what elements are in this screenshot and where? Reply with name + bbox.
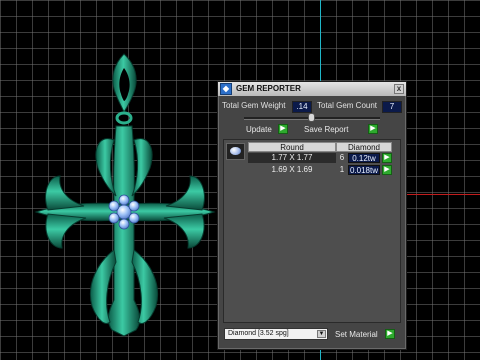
save-report-button[interactable]: Save Report ▶ [304, 124, 380, 135]
row-1-go-button[interactable]: ▶ [382, 153, 393, 164]
panel-titlebar[interactable]: ◆ GEM REPORTER x [218, 82, 406, 96]
total-gem-count-label: Total Gem Count [317, 101, 378, 110]
row-1-weight: 0.12tw [348, 153, 380, 163]
gem-reporter-icon: ◆ [220, 83, 232, 95]
column-header-diamond: Diamond [336, 142, 392, 152]
gem-table: Round Diamond 1.77 X 1.77 6 0.12tw ▶ 1.6… [223, 139, 401, 323]
total-gem-count-value: 7 [382, 101, 402, 113]
row-2-size[interactable]: 1.69 X 1.69 [248, 165, 336, 175]
row-2-count: 1 [339, 165, 345, 174]
save-report-label: Save Report [304, 125, 349, 134]
set-material-label: Set Material [335, 330, 378, 339]
row-2-go-button[interactable]: ▶ [382, 165, 393, 176]
set-material-button[interactable]: Set Material ▶ [335, 329, 397, 340]
row-2-weight: 0.018tw [348, 165, 380, 175]
slider-handle[interactable] [308, 113, 315, 122]
material-select-value: Diamond [3.52 spg] [228, 330, 289, 337]
update-button[interactable]: Update ▶ [246, 124, 290, 135]
close-icon[interactable]: x [394, 84, 404, 94]
round-stone-icon [226, 143, 245, 160]
green-arrow-icon[interactable]: ▶ [382, 165, 392, 175]
green-arrow-icon[interactable]: ▶ [382, 153, 392, 163]
update-label: Update [246, 125, 272, 134]
row-1-count: 6 [339, 153, 345, 162]
chevron-down-icon[interactable]: ▼ [317, 330, 326, 338]
green-arrow-icon[interactable]: ▶ [385, 329, 395, 339]
row-1-size[interactable]: 1.77 X 1.77 [248, 153, 336, 163]
panel-title: GEM REPORTER [236, 84, 301, 93]
green-arrow-icon[interactable]: ▶ [368, 124, 378, 134]
gem-reporter-panel: ◆ GEM REPORTER x Total Gem Weight .14 To… [217, 81, 407, 350]
green-arrow-icon[interactable]: ▶ [278, 124, 288, 134]
material-select[interactable]: Diamond [3.52 spg] ▼ [224, 328, 328, 340]
total-gem-weight-label: Total Gem Weight [222, 101, 286, 110]
column-header-round: Round [248, 142, 336, 152]
total-gem-weight-value: .14 [292, 101, 312, 113]
